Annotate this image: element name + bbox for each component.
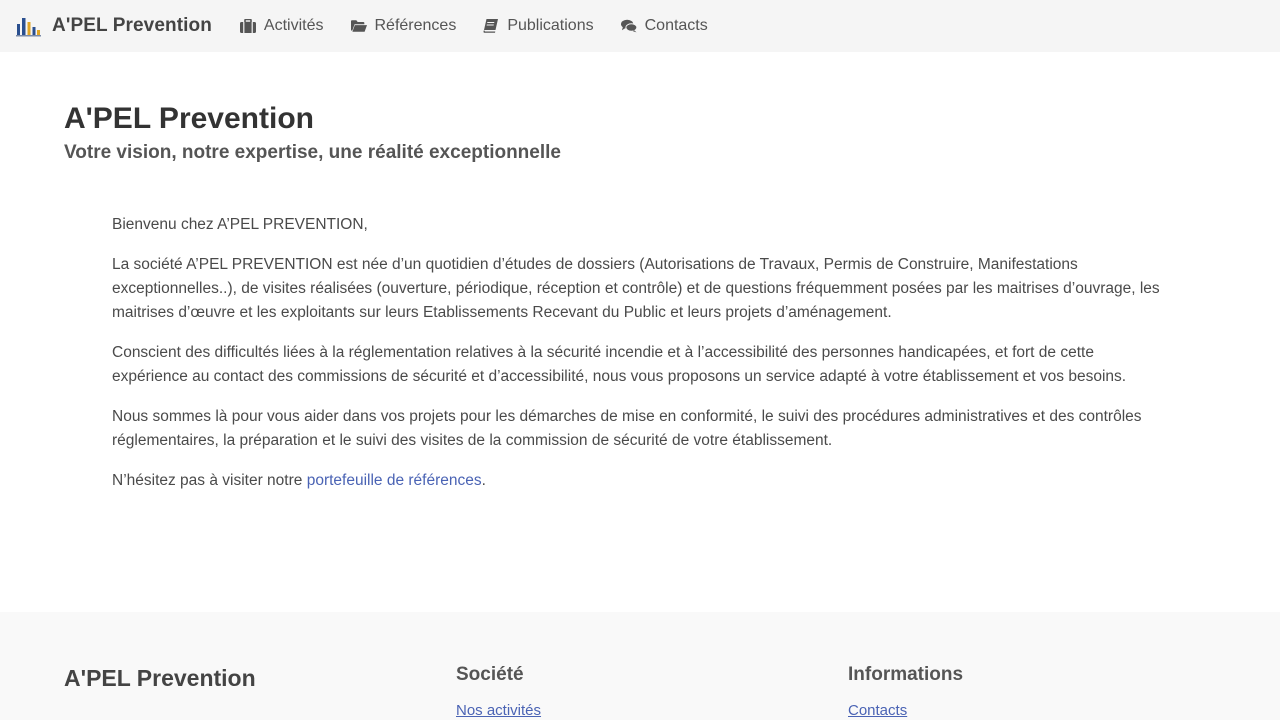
expertise-paragraph: Conscient des difficultés liées à la rég…: [112, 344, 1127, 385]
brand-link[interactable]: A'PEL Prevention: [16, 15, 212, 37]
nav-item-publications[interactable]: Publications: [483, 17, 594, 35]
footer-heading-informations: Informations: [848, 664, 964, 685]
closing-paragraph: N’hésitez pas à visiter notre portefeuil…: [112, 469, 1162, 493]
page-subtitle: Votre vision, notre expertise, une réali…: [64, 142, 561, 163]
nav-item-label: Activités: [263, 17, 324, 34]
footer-column-informations: Informations Contacts: [848, 664, 963, 720]
nav-item-label: Publications: [507, 17, 594, 34]
navbar: A'PEL Prevention Activités Références Pu…: [0, 0, 1280, 52]
brand-name: A'PEL Prevention: [52, 15, 212, 36]
footer-column-societe: Société Nos activités: [456, 664, 541, 720]
folder-open-icon: [350, 20, 367, 32]
services-paragraph: Nous sommes là pour vous aider dans vos …: [112, 408, 1142, 449]
nav-item-label: Contacts: [644, 17, 708, 34]
building-chart-logo: [16, 18, 41, 37]
footer-brand: A'PEL Prevention: [64, 665, 256, 691]
footer: A'PEL Prevention Société Nos activités I…: [0, 612, 1280, 720]
references-link[interactable]: portefeuille de références: [307, 472, 482, 489]
footer-link-activites[interactable]: Nos activités: [456, 700, 541, 720]
nav-item-label: Références: [374, 17, 457, 34]
book-icon: [483, 19, 499, 33]
footer-link-contacts[interactable]: Contacts: [848, 700, 963, 720]
closing-prefix: N’hésitez pas à visiter notre: [112, 472, 307, 489]
nav-item-references[interactable]: Références: [350, 17, 457, 35]
intro-paragraph: La société A’PEL PREVENTION est née d’un…: [112, 256, 1160, 321]
main-content: Bienvenu chez A’PEL PREVENTION, La socié…: [112, 213, 1162, 509]
nav-item-activites[interactable]: Activités: [239, 17, 324, 35]
briefcase-icon: [239, 19, 256, 33]
closing-suffix: .: [481, 472, 486, 489]
footer-heading-societe: Société: [456, 664, 524, 685]
page-title: A'PEL Prevention: [64, 102, 314, 135]
comments-icon: [620, 19, 637, 33]
greeting-text: Bienvenu chez A’PEL PREVENTION,: [112, 216, 368, 233]
nav-item-contacts[interactable]: Contacts: [620, 17, 708, 35]
